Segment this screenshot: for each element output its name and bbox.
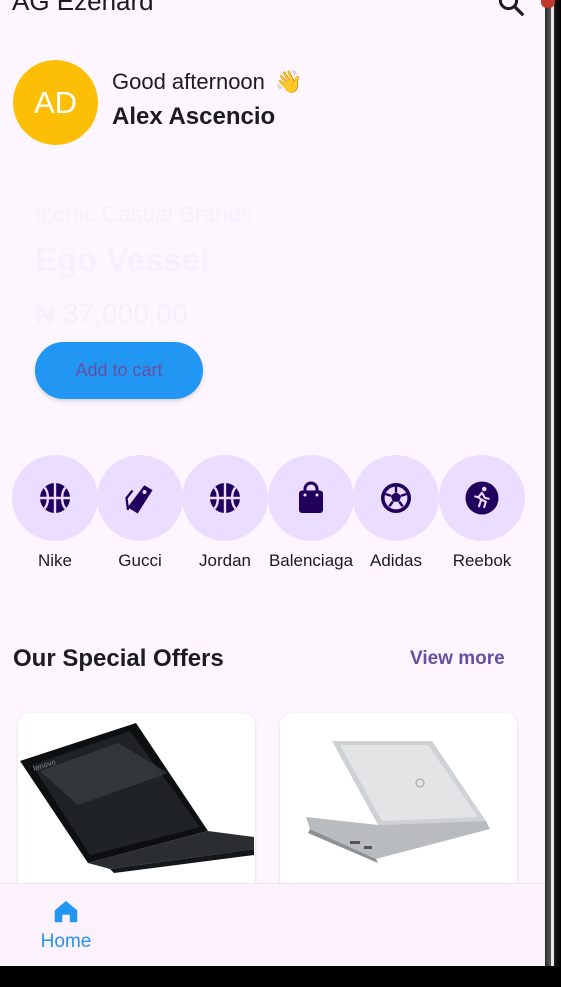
brand-label: Gucci (118, 551, 162, 570)
basketball-icon (210, 483, 240, 513)
brand-icon-circle (353, 455, 439, 541)
laptop-black-image: lenovo (20, 723, 254, 873)
greeting-text: Good afternoon 👋 (112, 69, 302, 95)
banner-price: ₦ 37,000.00 (35, 298, 188, 329)
brand-icon-circle (97, 455, 183, 541)
device-frame-edge (541, 0, 561, 987)
brand-item-adidas[interactable]: Adidas (353, 455, 439, 571)
banner-title: Ego Vessel (35, 241, 210, 278)
brand-icon-circle (268, 455, 354, 541)
device-frame-bottom (0, 966, 561, 987)
brand-label: Nike (37, 551, 72, 570)
brand-label: Jordan (199, 551, 251, 570)
brand-item-nike[interactable]: Nike (12, 455, 98, 571)
nav-item-home[interactable]: Home (30, 896, 102, 953)
brand-item-balenciaga[interactable]: Balenciaga (268, 455, 354, 571)
app-screen: AG Ezenard AD Good afternoon 👋 Alex Asce… (0, 0, 545, 966)
soccer-ball-icon (381, 483, 411, 513)
laptop-silver-image (306, 741, 490, 863)
brand-label: Adidas (370, 551, 422, 570)
search-icon[interactable] (496, 0, 526, 18)
view-more-link[interactable]: View more (410, 648, 505, 670)
brand-list: Nike Gucci Jordan Balenciaga Adidas Reeb… (12, 455, 532, 575)
brand-item-jordan[interactable]: Jordan (182, 455, 268, 571)
banner-subtitle: Iconic Casual Brands (35, 201, 253, 227)
special-offers-heading: Our Special Offers (13, 645, 224, 672)
brand-icon-circle (12, 455, 98, 541)
brand-label: Reebok (452, 551, 512, 570)
shopping-bag-icon (299, 481, 323, 513)
brand-label: Balenciaga (268, 551, 354, 570)
avatar[interactable]: AD (13, 60, 98, 145)
brand-icon-circle (182, 455, 268, 541)
brand-icon-circle (439, 455, 525, 541)
user-name: Alex Ascencio (112, 103, 276, 130)
home-icon (54, 901, 78, 923)
add-to-cart-button[interactable]: Add to cart (35, 342, 203, 399)
brand-item-gucci[interactable]: Gucci (97, 455, 183, 571)
running-icon (465, 481, 499, 515)
promo-banner: Iconic Casual Brands Ego Vessel ₦ 37,000… (35, 195, 515, 415)
offer-card-laptop-black[interactable]: lenovo (18, 713, 255, 893)
offer-card-laptop-silver[interactable] (280, 713, 517, 893)
greeting-label: Good afternoon (112, 69, 265, 94)
basketball-icon (40, 483, 70, 513)
tag-icon (125, 485, 153, 514)
nav-home-label: Home (40, 931, 92, 952)
bottom-navigation: Home (0, 883, 545, 966)
app-bar-title: AG Ezenard (12, 0, 154, 16)
greeting-header: AD Good afternoon 👋 Alex Ascencio (13, 60, 533, 145)
brand-item-reebok[interactable]: Reebok (439, 455, 525, 571)
waving-hand-icon: 👋 (275, 69, 303, 94)
